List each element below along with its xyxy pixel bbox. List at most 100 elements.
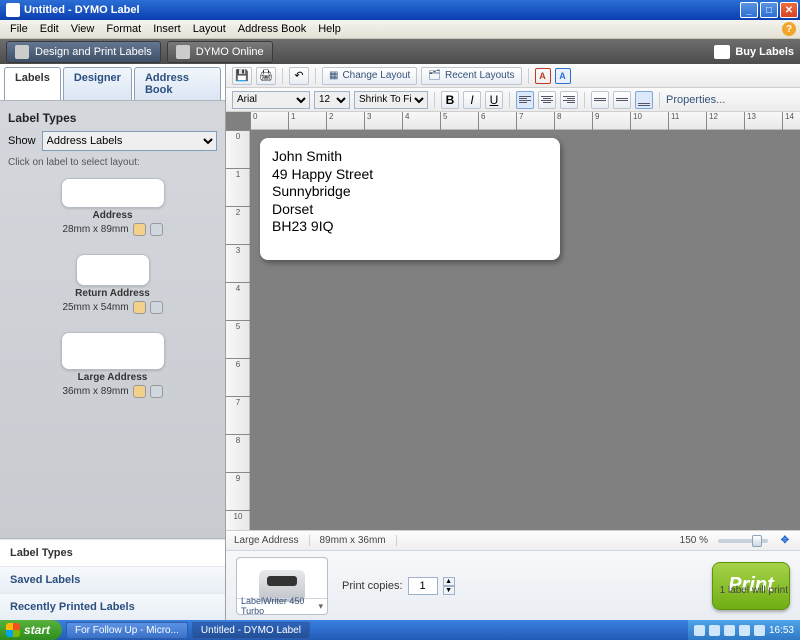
design-print-label: Design and Print Labels bbox=[35, 46, 152, 58]
layout-thumb-address[interactable]: Address 28mm x 89mm bbox=[8, 178, 217, 236]
task-item[interactable]: For Follow Up - Micro... bbox=[66, 622, 188, 639]
ruler-horizontal: 01234567891011121314 bbox=[250, 112, 800, 130]
tray-icon[interactable] bbox=[709, 625, 720, 636]
dymo-online-button[interactable]: DYMO Online bbox=[167, 41, 273, 63]
menu-file[interactable]: File bbox=[4, 21, 34, 37]
toolbar-format: Arial 12 Shrink To Fit B I U Properties.… bbox=[226, 88, 800, 112]
window-minimize-button[interactable]: _ bbox=[740, 2, 758, 18]
tab-labels[interactable]: Labels bbox=[4, 67, 61, 100]
sidebar-heading: Label Types bbox=[8, 111, 217, 125]
tab-address-book[interactable]: Address Book bbox=[134, 67, 221, 100]
italic-button[interactable]: I bbox=[463, 91, 481, 109]
thumb-dims: 28mm x 89mm bbox=[62, 224, 128, 235]
thumb-preview bbox=[61, 178, 165, 208]
highlight-a-button[interactable]: A bbox=[555, 68, 571, 84]
system-tray[interactable]: 16:53 bbox=[688, 620, 800, 640]
status-layout-name: Large Address bbox=[234, 535, 310, 546]
menu-view[interactable]: View bbox=[65, 21, 101, 37]
tray-icon[interactable] bbox=[694, 625, 705, 636]
show-label: Show bbox=[8, 135, 36, 147]
tray-icon[interactable] bbox=[754, 625, 765, 636]
printer-icon bbox=[15, 45, 29, 59]
fit-screen-button[interactable]: ✥ bbox=[778, 534, 792, 548]
menu-help[interactable]: Help bbox=[312, 21, 347, 37]
copies-label: Print copies: bbox=[342, 580, 403, 592]
sidebar-footer-saved-labels[interactable]: Saved Labels bbox=[0, 566, 225, 593]
valign-bottom-button[interactable] bbox=[635, 91, 653, 109]
taskbar: start For Follow Up - Micro... Untitled … bbox=[0, 620, 800, 640]
window-maximize-button[interactable]: □ bbox=[760, 2, 778, 18]
thumb-dims: 36mm x 89mm bbox=[62, 386, 128, 397]
undo-button[interactable]: ↶ bbox=[289, 67, 309, 85]
sidebar-tabs: Labels Designer Address Book bbox=[0, 64, 225, 101]
show-select[interactable]: Address Labels bbox=[42, 131, 217, 151]
tray-icon[interactable] bbox=[724, 625, 735, 636]
task-label: Untitled - DYMO Label bbox=[201, 625, 301, 636]
menu-layout[interactable]: Layout bbox=[187, 21, 232, 37]
align-right-button[interactable] bbox=[560, 91, 578, 109]
copies-up-button[interactable]: ▲ bbox=[443, 577, 455, 586]
window-close-button[interactable]: ✕ bbox=[780, 2, 798, 18]
font-family-select[interactable]: Arial bbox=[232, 91, 310, 109]
canvas-area: 01234567891011121314 01234567891011 John… bbox=[226, 112, 800, 530]
sidebar-footer-recent-labels[interactable]: Recently Printed Labels bbox=[0, 593, 225, 620]
printer-icon: 🖨 bbox=[259, 69, 273, 82]
font-color-a-button[interactable]: A bbox=[535, 68, 551, 84]
align-left-button[interactable] bbox=[516, 91, 534, 109]
tray-icon[interactable] bbox=[739, 625, 750, 636]
menu-format[interactable]: Format bbox=[100, 21, 147, 37]
valign-middle-button[interactable] bbox=[613, 91, 631, 109]
label-preview[interactable]: John Smith 49 Happy Street Sunnybridge D… bbox=[260, 138, 560, 260]
canvas[interactable]: John Smith 49 Happy Street Sunnybridge D… bbox=[250, 130, 800, 530]
change-layout-button[interactable]: ▦ Change Layout bbox=[322, 67, 417, 85]
layout-thumb-large-address[interactable]: Large Address 36mm x 89mm bbox=[8, 332, 217, 398]
buy-labels-button[interactable]: Buy Labels bbox=[714, 45, 794, 59]
label-line: Sunnybridge bbox=[272, 183, 548, 201]
info-icon[interactable] bbox=[133, 385, 146, 398]
recent-layouts-label: Recent Layouts bbox=[445, 70, 515, 81]
sidebar-footer: Label Types Saved Labels Recently Printe… bbox=[0, 538, 225, 620]
thumb-title: Large Address bbox=[78, 372, 148, 383]
copies-down-button[interactable]: ▼ bbox=[443, 586, 455, 595]
layout-thumb-return-address[interactable]: Return Address 25mm x 54mm bbox=[8, 254, 217, 314]
properties-link[interactable]: Properties... bbox=[666, 94, 725, 106]
thumb-preview bbox=[61, 332, 165, 370]
change-layout-label: Change Layout bbox=[342, 70, 410, 81]
save-icon: 💾 bbox=[235, 69, 249, 82]
menu-address-book[interactable]: Address Book bbox=[232, 21, 312, 37]
font-size-select[interactable]: 12 bbox=[314, 91, 350, 109]
print-button[interactable]: 🖨 bbox=[256, 67, 276, 85]
options-icon[interactable] bbox=[150, 223, 163, 236]
select-layout-hint: Click on label to select layout: bbox=[8, 157, 217, 168]
toolbar-actions: 💾 🖨 ↶ ▦ Change Layout 🗂 Recent Layouts A… bbox=[226, 64, 800, 88]
printer-name: LabelWriter 450 Turbo bbox=[241, 596, 318, 616]
thumb-title: Return Address bbox=[75, 288, 150, 299]
zoom-knob[interactable] bbox=[752, 535, 762, 547]
recent-layouts-button[interactable]: 🗂 Recent Layouts bbox=[421, 67, 521, 85]
start-button[interactable]: start bbox=[0, 620, 62, 640]
fit-mode-select[interactable]: Shrink To Fit bbox=[354, 91, 428, 109]
menu-edit[interactable]: Edit bbox=[34, 21, 65, 37]
bold-button[interactable]: B bbox=[441, 91, 459, 109]
options-icon[interactable] bbox=[150, 385, 163, 398]
align-center-button[interactable] bbox=[538, 91, 556, 109]
tab-designer[interactable]: Designer bbox=[63, 67, 132, 100]
sidebar-footer-label-types[interactable]: Label Types bbox=[0, 539, 225, 566]
recent-icon: 🗂 bbox=[428, 70, 441, 81]
save-button[interactable]: 💾 bbox=[232, 67, 252, 85]
info-icon[interactable] bbox=[133, 223, 146, 236]
dymo-online-label: DYMO Online bbox=[196, 46, 264, 58]
menu-insert[interactable]: Insert bbox=[147, 21, 187, 37]
ruler-vertical: 01234567891011 bbox=[226, 130, 250, 530]
help-icon[interactable]: ? bbox=[782, 22, 796, 36]
info-icon[interactable] bbox=[133, 301, 146, 314]
copies-input[interactable] bbox=[408, 577, 438, 595]
design-print-button[interactable]: Design and Print Labels bbox=[6, 41, 161, 63]
thumb-title: Address bbox=[92, 210, 132, 221]
valign-top-button[interactable] bbox=[591, 91, 609, 109]
printer-selector[interactable]: LabelWriter 450 Turbo ▾ bbox=[236, 557, 328, 615]
task-item[interactable]: Untitled - DYMO Label bbox=[192, 622, 310, 639]
underline-button[interactable]: U bbox=[485, 91, 503, 109]
options-icon[interactable] bbox=[150, 301, 163, 314]
zoom-slider[interactable] bbox=[718, 539, 768, 543]
